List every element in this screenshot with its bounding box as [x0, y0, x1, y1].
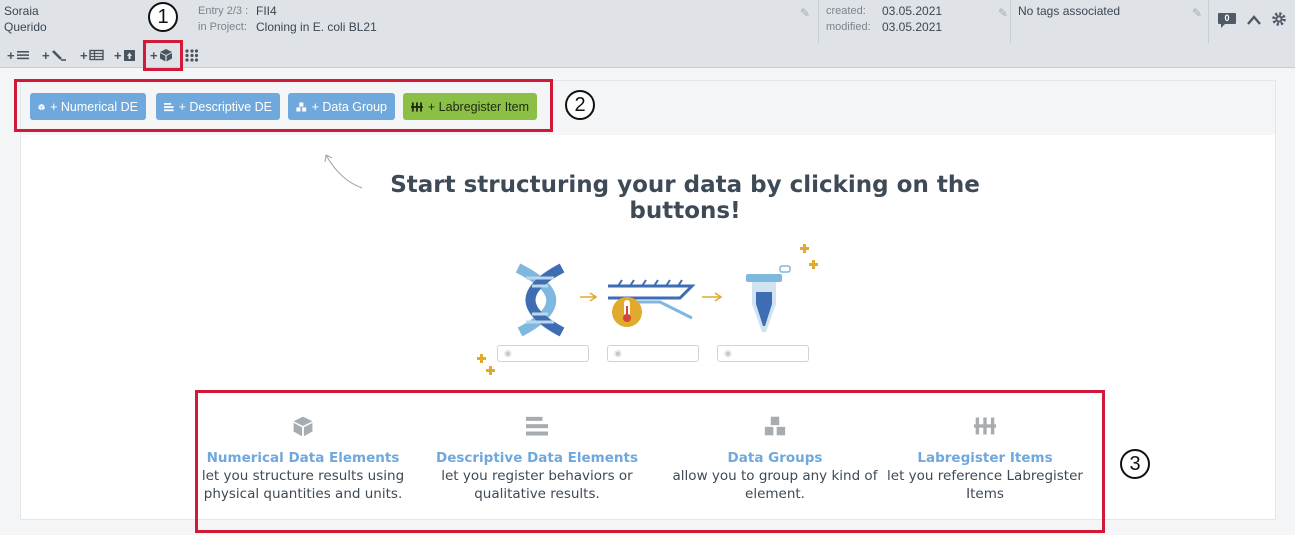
add-text-plus: +: [7, 47, 15, 63]
edit-tags-pencil-icon[interactable]: ✎: [1192, 6, 1202, 20]
callout-1: 1: [148, 2, 178, 32]
divider: [1208, 0, 1209, 43]
divider: [818, 0, 819, 43]
sketch-pencil-icon: [51, 50, 66, 61]
edit-date-pencil-icon[interactable]: ✎: [998, 6, 1008, 20]
created-label: created:: [826, 5, 866, 17]
text-lines-icon: [16, 51, 29, 60]
add-sketch-plus: +: [42, 47, 50, 63]
sample-field: ◉: [607, 345, 699, 362]
tags-text: No tags associated: [1018, 4, 1121, 18]
comment-count: 0: [1224, 13, 1230, 23]
author-first-name: Soraia: [4, 4, 39, 18]
comment-icon[interactable]: 0: [1217, 12, 1237, 30]
created-date: 03.05.2021: [882, 4, 943, 18]
edit-title-pencil-icon[interactable]: ✎: [800, 6, 810, 20]
modified-label: modified:: [826, 21, 871, 33]
add-file-button[interactable]: +: [114, 46, 136, 64]
modified-date: 03.05.2021: [882, 20, 943, 34]
sample-field: ◉: [497, 345, 589, 362]
table-icon: [88, 49, 104, 61]
callout-2: 2: [565, 90, 595, 120]
sample-field: ◉: [717, 345, 809, 362]
divider: [1010, 0, 1011, 43]
callout-3: 3: [1120, 449, 1150, 479]
add-table-plus: +: [80, 47, 88, 63]
empty-state-headline: Start structuring your data by clicking …: [390, 172, 980, 224]
project-name[interactable]: Cloning in E. coli BL21: [256, 20, 377, 34]
highlight-box-1: [143, 40, 183, 71]
add-file-plus: +: [114, 47, 122, 63]
denaturing-strand-icon: [608, 279, 696, 327]
author-last-name: Querido: [4, 20, 47, 34]
highlight-box-3: [195, 390, 1105, 533]
highlight-box-2: [14, 79, 553, 132]
add-sketch-button[interactable]: +: [42, 46, 67, 64]
project-label: in Project:: [198, 21, 247, 33]
dna-icon: [515, 263, 565, 337]
entry-index-label: Entry 2/3 :: [198, 5, 249, 17]
entry-title[interactable]: FII4: [256, 4, 277, 18]
tube-icon: [746, 265, 791, 332]
settings-gear-icon[interactable]: [1271, 11, 1287, 32]
upload-file-icon: [123, 49, 135, 61]
add-table-button[interactable]: +: [80, 46, 104, 64]
drag-handle-icon[interactable]: [184, 48, 199, 67]
add-text-button[interactable]: +: [7, 46, 30, 64]
collapse-chevron-up-icon[interactable]: [1246, 13, 1262, 32]
